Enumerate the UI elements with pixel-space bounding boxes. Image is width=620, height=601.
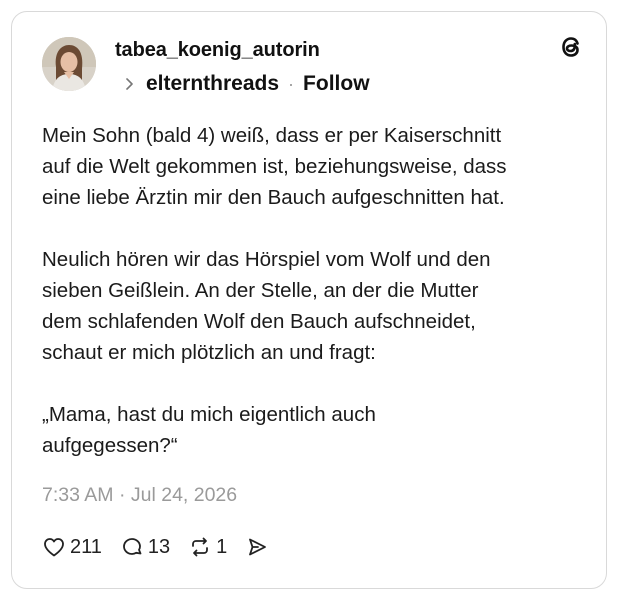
share-button[interactable] xyxy=(245,535,269,559)
follow-button[interactable]: Follow xyxy=(303,72,370,96)
community-line: elternthreads · Follow xyxy=(124,72,370,96)
post-paragraph: Mein Sohn (bald 4) weiß, dass er per Kai… xyxy=(42,124,507,209)
heart-icon xyxy=(44,538,64,557)
community-name[interactable]: elternthreads xyxy=(146,72,279,96)
post-card: tabea_koenig_autorin elternthreads · Fol… xyxy=(11,11,607,589)
repost-button[interactable]: 1 xyxy=(188,535,227,559)
reply-button[interactable]: 13 xyxy=(120,535,170,559)
like-button[interactable]: 211 xyxy=(42,535,102,559)
repost-count: 1 xyxy=(216,535,228,558)
reply-count: 13 xyxy=(147,535,171,558)
post-paragraph: „Mama, hast du mich eigentlich auch aufg… xyxy=(42,403,376,457)
post-timestamp[interactable]: 7:33 AM · Jul 24, 2026 xyxy=(42,484,237,507)
avatar[interactable] xyxy=(42,37,96,91)
username[interactable]: tabea_koenig_autorin xyxy=(115,39,320,62)
chevron-right-icon xyxy=(126,78,133,90)
action-bar: 211 13 1 xyxy=(42,535,287,559)
avatar-photo xyxy=(42,37,96,91)
like-count: 211 xyxy=(70,535,102,558)
comment-bubble-icon xyxy=(122,538,142,555)
repost-icon xyxy=(192,537,209,557)
threads-logo-icon[interactable] xyxy=(556,32,586,62)
post-body: Mein Sohn (bald 4) weiß, dass er per Kai… xyxy=(42,120,587,461)
send-icon xyxy=(249,538,267,556)
post-paragraph: Neulich hören wir das Hörspiel vom Wolf … xyxy=(42,248,491,364)
separator-dot: · xyxy=(288,73,295,94)
